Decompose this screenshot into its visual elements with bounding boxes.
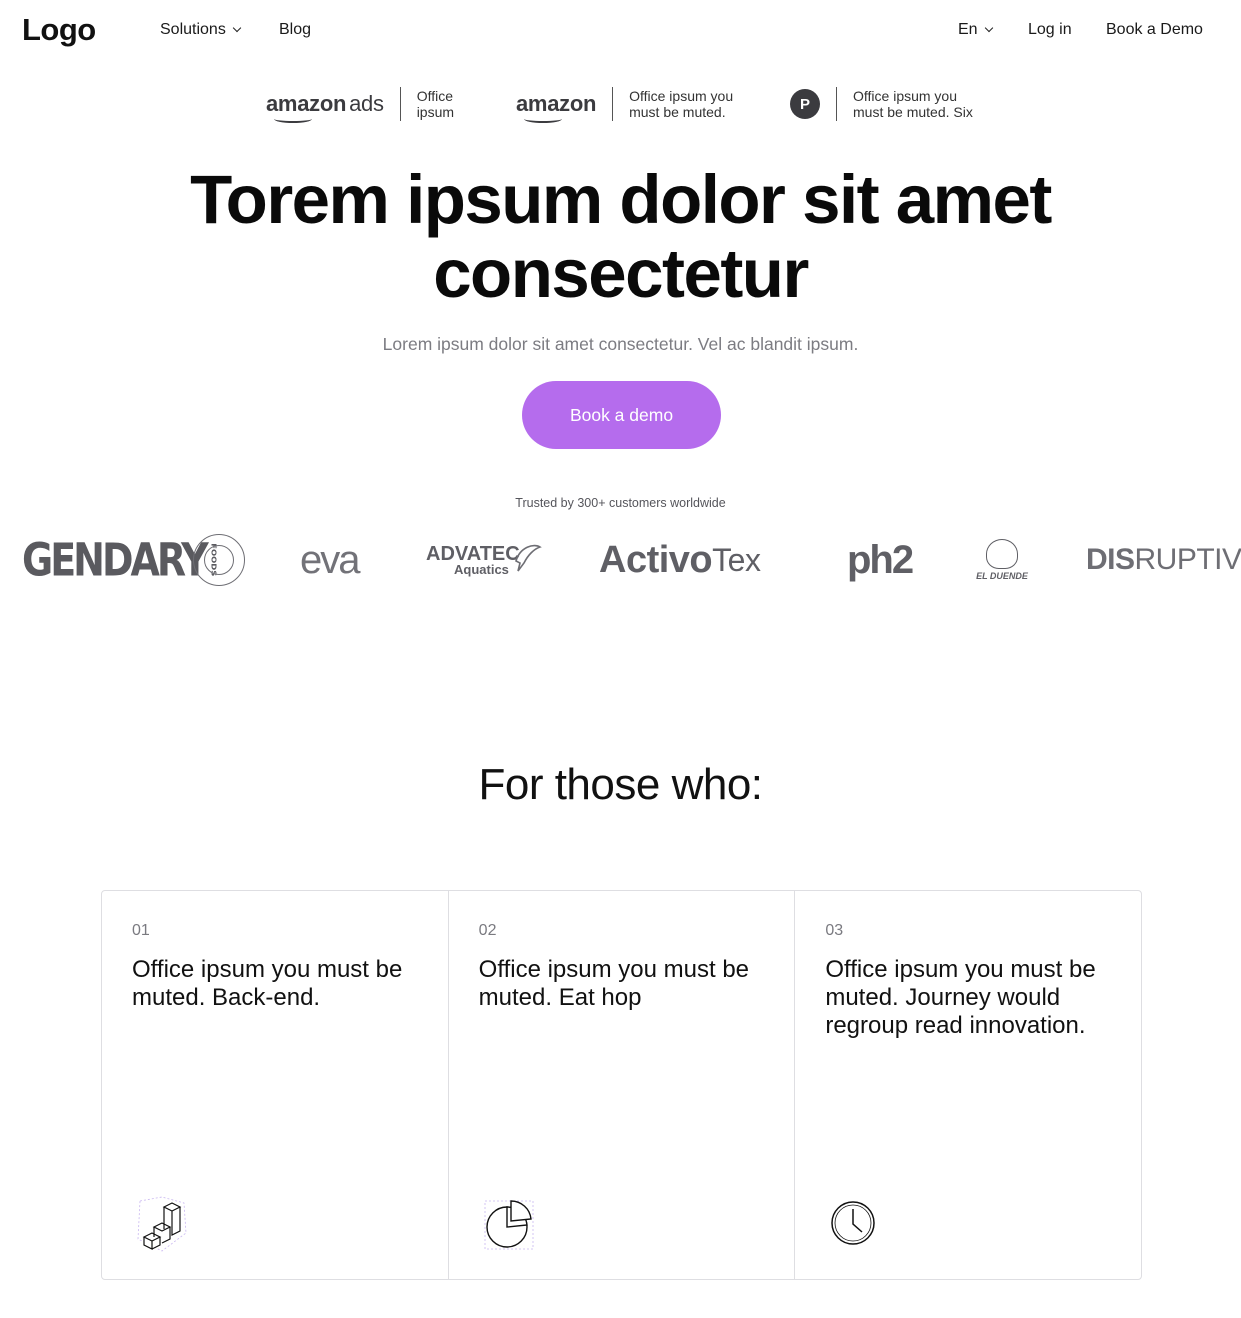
gendary-logo: GENDARY FOODS [22, 533, 218, 587]
book-demo-link[interactable]: Book a Demo [1106, 21, 1203, 39]
card-number: 01 [132, 922, 150, 939]
card-text: Office ipsum you must be muted. Journey … [825, 956, 1096, 1039]
pie-chart-icon [484, 1200, 534, 1250]
top-nav: Logo Solutions Blog En Log in Book a Dem… [0, 0, 1241, 62]
feature-card: 02 Office ipsum you must be muted. Eat h… [449, 891, 796, 1279]
nav-solutions-label: Solutions [160, 21, 226, 38]
book-demo-button[interactable]: Book a demo [522, 381, 721, 449]
card-text: Office ipsum you must be muted. Back-end… [132, 956, 403, 1011]
advatec-logo: ADVATEC Aquatics [426, 542, 520, 577]
chevron-down-icon [232, 23, 242, 33]
card-number: 02 [478, 922, 497, 939]
login-link[interactable]: Log in [1028, 21, 1072, 39]
partner-amazon: amazon Office ipsum you must be muted. [516, 84, 733, 124]
language-label: En [958, 21, 978, 38]
feature-card: 01 Office ipsum you must be muted. Back-… [102, 891, 449, 1279]
card-text: Office ipsum you must be muted. Eat hop [478, 956, 750, 1011]
feature-cards: 01 Office ipsum you must be muted. Back-… [101, 890, 1142, 1280]
p-circle-logo: P [790, 89, 820, 119]
amazon-logo: amazon [516, 91, 596, 123]
nav-solutions[interactable]: Solutions [160, 21, 242, 39]
divider [612, 87, 614, 121]
partner-p: P Office ipsum you must be muted. Six [790, 84, 973, 124]
section-title: For those who: [478, 760, 763, 809]
trusted-caption: Trusted by 300+ customers worldwide [515, 496, 726, 510]
ph2-logo: ph2 [847, 537, 914, 582]
site-logo[interactable]: Logo [22, 12, 96, 48]
card-number: 03 [825, 922, 844, 939]
language-selector[interactable]: En [958, 21, 993, 39]
badge-inner-ring [204, 545, 234, 575]
activotex-logo: Activo Tex [599, 538, 761, 581]
amazon-ads-logo: amazon ads [266, 91, 384, 123]
divider [399, 87, 401, 121]
partner-text: Office ipsum you must be muted. [629, 88, 734, 120]
divider [836, 87, 837, 121]
partner-text: Office ipsum [416, 88, 455, 120]
isometric-blocks-icon [137, 1196, 187, 1252]
el-duende-logo: EL DUENDE [973, 530, 1031, 590]
amazon-smile-icon [274, 115, 312, 123]
chevron-down-icon [984, 23, 993, 33]
nav-blog[interactable]: Blog [279, 21, 311, 39]
disruptive-logo: DISRUPTIVE [1086, 543, 1241, 576]
partner-amazon-ads: amazon ads Office ipsum [266, 84, 454, 124]
partner-text: Office ipsum you must be muted. Six [853, 88, 973, 120]
clock-icon [831, 1201, 876, 1245]
curanderita-logo [193, 534, 245, 586]
eva-logo: eva [300, 537, 360, 582]
duende-head-icon [986, 539, 1018, 569]
hero-subtitle: Lorem ipsum dolor sit amet consectetur. … [382, 334, 859, 354]
hero-title: Torem ipsum dolor sit amet consectetur [190, 161, 1052, 312]
amazon-smile-icon [524, 115, 562, 123]
feature-card: 03 Office ipsum you must be muted. Journ… [795, 891, 1141, 1279]
partner-strip: amazon ads Office ipsum amazon Office ips… [0, 84, 1241, 124]
fish-icon [515, 544, 542, 572]
